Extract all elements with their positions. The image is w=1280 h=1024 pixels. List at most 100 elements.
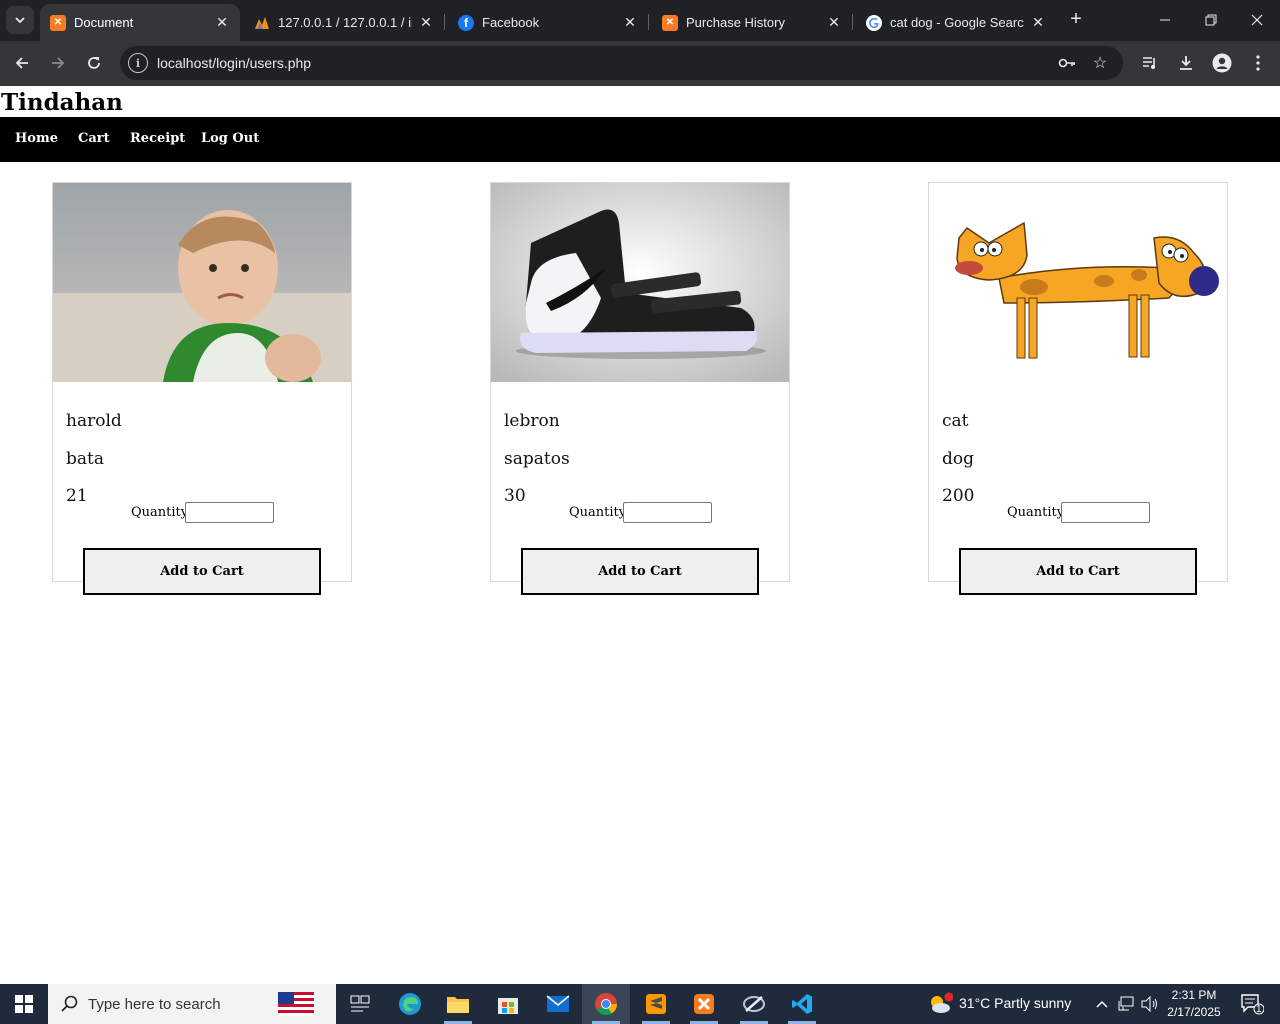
quantity-input[interactable] <box>1061 502 1150 523</box>
sublime-icon <box>646 994 666 1014</box>
edge-icon <box>399 993 421 1015</box>
web-page: Tindahan Home Cart Receipt Log Out harol… <box>0 86 1280 984</box>
quantity-label: Quantity: <box>1007 505 1069 520</box>
phpmyadmin-icon <box>254 15 270 31</box>
task-view-button[interactable] <box>336 984 384 1024</box>
tab-title: Facebook <box>482 15 540 30</box>
mail-app[interactable] <box>534 984 582 1024</box>
back-button[interactable] <box>8 49 36 77</box>
facebook-icon: f <box>458 14 474 31</box>
xampp-icon <box>694 994 714 1014</box>
product-name: harold <box>66 411 122 431</box>
media-control-button[interactable] <box>1136 49 1164 77</box>
tab-document[interactable]: ✕ Document ✕ <box>40 4 240 41</box>
windows-logo-icon <box>15 995 33 1013</box>
task-view-icon <box>350 995 370 1012</box>
tab-title: Purchase History <box>686 15 785 30</box>
add-to-cart-button[interactable]: Add to Cart <box>521 548 759 595</box>
url-text[interactable]: localhost/login/users.php <box>157 55 311 71</box>
folder-icon <box>447 997 469 1013</box>
add-to-cart-button[interactable]: Add to Cart <box>83 548 321 595</box>
product-description: dog <box>942 449 974 469</box>
tab-facebook[interactable]: f Facebook ✕ <box>448 4 648 41</box>
close-window-button[interactable] <box>1234 0 1280 40</box>
playlist-icon <box>1143 57 1155 69</box>
quantity-input[interactable] <box>185 502 274 523</box>
vscode-app[interactable] <box>778 984 826 1024</box>
close-icon[interactable]: ✕ <box>1030 14 1046 31</box>
profile-icon <box>1212 53 1232 73</box>
downloads-button[interactable] <box>1172 49 1200 77</box>
snipping-tool-app[interactable] <box>730 984 778 1024</box>
site-title: Tindahan <box>1 89 123 116</box>
address-bar[interactable]: i localhost/login/users.php ☆ <box>120 46 1123 80</box>
speaker-icon <box>1141 996 1157 1012</box>
bookmark-star-icon[interactable]: ☆ <box>1090 53 1110 73</box>
restore-button[interactable] <box>1188 0 1234 40</box>
nav-cart[interactable]: Cart <box>78 131 110 146</box>
xampp-icon: ✕ <box>50 14 66 31</box>
product-card: lebron sapatos 30 Quantity: Add to Cart <box>490 182 790 595</box>
clock-time: 2:31 PM <box>1171 988 1217 1002</box>
sublime-text-app[interactable] <box>632 984 680 1024</box>
clock[interactable]: 2:31 PM 2/17/2025 <box>1165 987 1223 1021</box>
close-icon[interactable]: ✕ <box>418 14 434 31</box>
tab-search-button[interactable] <box>6 6 34 34</box>
close-icon[interactable]: ✕ <box>214 14 230 31</box>
weather-widget[interactable] <box>920 984 960 1024</box>
browser-tab-strip: ✕ Document ✕ 127.0.0.1 / 127.0.0.1 / inv… <box>0 0 1280 41</box>
quantity-label: Quantity: <box>131 505 193 520</box>
profile-button[interactable] <box>1208 49 1236 77</box>
nav-log-out[interactable]: Log Out <box>201 131 259 146</box>
navbar: Home Cart Receipt Log Out <box>0 117 1280 162</box>
arrow-left-icon <box>15 57 28 69</box>
tab-title: cat dog - Google Search <box>890 15 1024 30</box>
chevron-up-icon <box>1096 1000 1108 1008</box>
reload-button[interactable] <box>80 49 108 77</box>
tab-phpmyadmin[interactable]: 127.0.0.1 / 127.0.0.1 / inv ✕ <box>244 4 444 41</box>
xampp-icon: ✕ <box>662 14 678 31</box>
microsoft-store-app[interactable] <box>484 984 532 1024</box>
minimize-button[interactable] <box>1142 0 1188 40</box>
product-image-catdog <box>929 183 1227 382</box>
close-icon[interactable]: ✕ <box>826 14 842 31</box>
tab-purchase-history[interactable]: ✕ Purchase History ✕ <box>652 4 852 41</box>
menu-button[interactable] <box>1244 49 1272 77</box>
site-info-icon[interactable]: i <box>128 53 148 73</box>
volume-button[interactable] <box>1140 984 1160 1024</box>
taskbar-search-box[interactable]: Type here to search <box>48 984 336 1024</box>
product-card: harold bata 21 Quantity: Add to Cart <box>52 182 352 595</box>
tab-title: 127.0.0.1 / 127.0.0.1 / inv <box>278 15 412 30</box>
action-center-button[interactable]: 1 <box>1232 984 1272 1024</box>
chrome-app[interactable] <box>582 984 630 1024</box>
search-icon <box>61 995 78 1012</box>
add-to-cart-button[interactable]: Add to Cart <box>959 548 1197 595</box>
product-image-baby <box>53 183 351 382</box>
close-icon[interactable]: ✕ <box>622 14 638 31</box>
key-icon[interactable] <box>1057 53 1077 73</box>
tab-separator <box>852 14 853 30</box>
weather-text[interactable]: 31°C Partly sunny <box>959 995 1071 1011</box>
xampp-app[interactable] <box>680 984 728 1024</box>
us-flag-icon <box>278 992 314 1016</box>
network-button[interactable] <box>1116 984 1136 1024</box>
chrome-icon <box>595 993 617 1015</box>
kebab-menu-icon <box>1256 55 1260 71</box>
tab-title: Document <box>74 15 134 30</box>
nav-receipt[interactable]: Receipt <box>130 131 185 146</box>
forward-button[interactable] <box>44 49 72 77</box>
nav-home[interactable]: Home <box>15 131 58 146</box>
file-explorer-app[interactable] <box>434 984 482 1024</box>
quantity-input[interactable] <box>623 502 712 523</box>
network-icon <box>1118 996 1134 1011</box>
tab-google-search[interactable]: cat dog - Google Search ✕ <box>856 4 1056 41</box>
quantity-label: Quantity: <box>569 505 631 520</box>
edge-app[interactable] <box>386 984 434 1024</box>
arrow-right-icon <box>52 57 65 69</box>
show-hidden-icons-button[interactable] <box>1092 984 1112 1024</box>
minimize-icon <box>1160 19 1170 21</box>
new-tab-button[interactable]: + <box>1065 8 1087 30</box>
start-button[interactable] <box>0 984 48 1024</box>
weather-icon <box>931 992 953 1013</box>
product-price: 21 <box>66 486 88 506</box>
